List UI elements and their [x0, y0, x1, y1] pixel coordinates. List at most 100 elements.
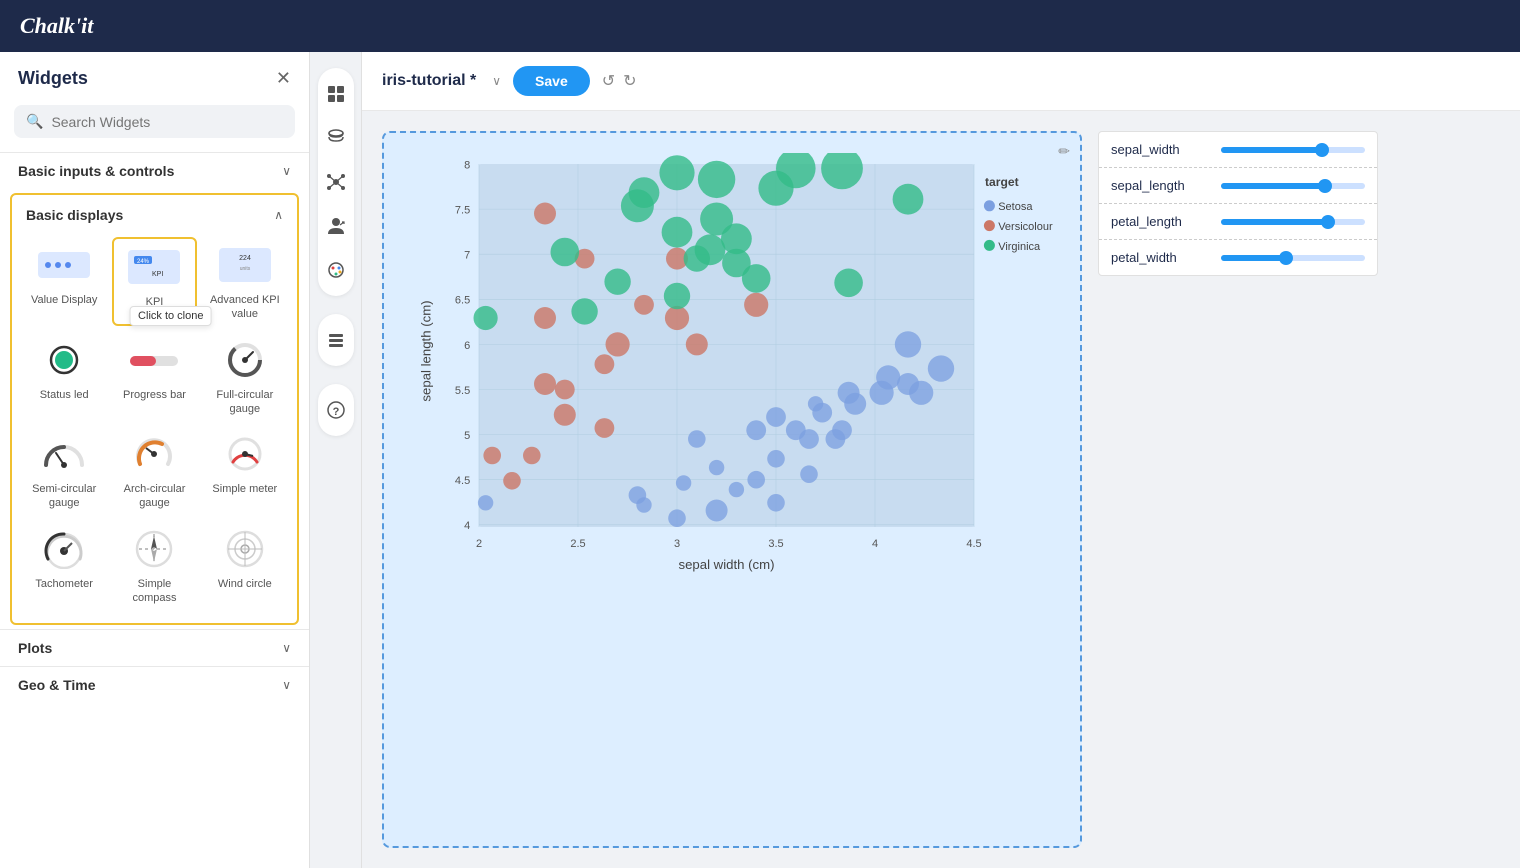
- scatter-dot[interactable]: [706, 500, 728, 522]
- scatter-dot[interactable]: [909, 381, 933, 405]
- scatter-dot[interactable]: [746, 420, 766, 440]
- close-icon[interactable]: ✕: [276, 68, 291, 89]
- svg-text:?: ?: [332, 406, 339, 418]
- scatter-dot[interactable]: [729, 482, 744, 497]
- scatter-dot[interactable]: [659, 155, 694, 190]
- redo-button[interactable]: ↻: [623, 71, 636, 91]
- scatter-dot[interactable]: [799, 429, 819, 449]
- edit-chart-icon[interactable]: ✏: [1058, 143, 1070, 160]
- scatter-dot[interactable]: [895, 331, 921, 357]
- canvas-area: iris-tutorial * ∨ Save ↺ ↻ ✏: [362, 52, 1520, 868]
- widget-item-tachometer[interactable]: Tachometer: [22, 521, 106, 610]
- scatter-dot[interactable]: [665, 306, 689, 330]
- widget-item-progress-bar[interactable]: Progress bar: [112, 332, 196, 421]
- scatter-dot[interactable]: [555, 380, 575, 400]
- scatter-dot[interactable]: [834, 269, 863, 298]
- toolbar-list-icon[interactable]: [318, 322, 354, 358]
- scatter-dot[interactable]: [747, 471, 765, 489]
- widget-item-simple-compass[interactable]: Simple compass: [112, 521, 196, 610]
- scatter-dot[interactable]: [928, 355, 954, 381]
- scatter-dot[interactable]: [767, 494, 785, 512]
- slider-track-petal-width[interactable]: [1221, 255, 1365, 261]
- scatter-dot[interactable]: [676, 475, 691, 490]
- scatter-dot[interactable]: [698, 161, 735, 198]
- slider-track-sepal-width[interactable]: [1221, 147, 1365, 153]
- scatter-dot[interactable]: [604, 269, 630, 295]
- svg-text:4.5: 4.5: [966, 538, 981, 550]
- scatter-dot[interactable]: [832, 420, 852, 440]
- sidebar-item-geo-time[interactable]: Geo & Time ∨: [0, 666, 309, 703]
- scatter-dot[interactable]: [474, 306, 498, 330]
- scatter-dot[interactable]: [503, 472, 521, 490]
- scatter-dot[interactable]: [571, 298, 597, 324]
- scatter-dot[interactable]: [688, 430, 706, 448]
- widget-item-simple-meter[interactable]: Simple meter: [203, 426, 287, 515]
- slider-thumb-petal-width[interactable]: [1279, 251, 1293, 265]
- slider-thumb-sepal-length[interactable]: [1318, 179, 1332, 193]
- slider-track-sepal-length[interactable]: [1221, 183, 1365, 189]
- widget-item-full-circular-gauge[interactable]: Full-circular gauge: [203, 332, 287, 421]
- scatter-dot[interactable]: [767, 450, 785, 468]
- scatter-dot[interactable]: [758, 171, 793, 206]
- wind-circle-icon: [213, 525, 277, 573]
- scatter-dot[interactable]: [664, 283, 690, 309]
- search-input[interactable]: [51, 114, 283, 130]
- slider-thumb-petal-length[interactable]: [1321, 215, 1335, 229]
- scatter-dot[interactable]: [700, 203, 733, 236]
- save-button[interactable]: Save: [513, 66, 590, 96]
- scatter-dot[interactable]: [686, 333, 708, 355]
- scatter-dot[interactable]: [838, 382, 860, 404]
- scatter-dot[interactable]: [662, 217, 693, 248]
- toolbar-database-icon[interactable]: [318, 120, 354, 156]
- widget-item-kpi[interactable]: 24% KPI KPI Click to clone: [112, 237, 196, 326]
- sidebar-item-basic-inputs[interactable]: Basic inputs & controls ∨: [0, 152, 309, 189]
- scatter-dot[interactable]: [523, 447, 541, 465]
- toolbar-nodes-icon[interactable]: [318, 164, 354, 200]
- scatter-dot[interactable]: [636, 497, 651, 512]
- scatter-dot[interactable]: [812, 403, 832, 423]
- scatter-dot[interactable]: [534, 203, 556, 225]
- widget-item-arch-circular-gauge[interactable]: Arch-circular gauge: [112, 426, 196, 515]
- svg-text:5: 5: [464, 430, 470, 442]
- slider-track-petal-length[interactable]: [1221, 219, 1365, 225]
- scatter-dot[interactable]: [595, 418, 615, 438]
- scatter-dot[interactable]: [893, 184, 924, 215]
- scatter-dot[interactable]: [551, 238, 580, 267]
- scatter-dot[interactable]: [534, 373, 556, 395]
- widget-item-semi-circular-gauge[interactable]: Semi-circular gauge: [22, 426, 106, 515]
- widget-item-status-led[interactable]: Status led: [22, 332, 106, 421]
- scatter-dot[interactable]: [483, 447, 501, 465]
- scatter-dot[interactable]: [606, 332, 630, 356]
- sidebar-item-plots[interactable]: Plots ∨: [0, 629, 309, 666]
- scatter-dot[interactable]: [634, 295, 654, 315]
- scatter-dot[interactable]: [534, 307, 556, 329]
- svg-text:sepal width (cm): sepal width (cm): [678, 557, 774, 572]
- slider-thumb-sepal-width[interactable]: [1315, 143, 1329, 157]
- scatter-dot[interactable]: [766, 407, 786, 427]
- scatter-dot[interactable]: [800, 465, 818, 483]
- svg-text:Virginica: Virginica: [998, 241, 1041, 253]
- widget-item-value-display[interactable]: Value Display: [22, 237, 106, 326]
- widget-item-wind-circle[interactable]: Wind circle: [203, 521, 287, 610]
- scatter-dot[interactable]: [709, 460, 724, 475]
- toolbar-person-icon[interactable]: [318, 208, 354, 244]
- search-box[interactable]: 🔍: [14, 105, 295, 138]
- toolbar-palette-icon[interactable]: [318, 252, 354, 288]
- scatter-dot[interactable]: [744, 293, 768, 317]
- scatter-dot[interactable]: [684, 245, 710, 271]
- chevron-down-doc-icon[interactable]: ∨: [492, 74, 501, 88]
- logo: Chalk'it: [20, 13, 93, 39]
- scatter-dot[interactable]: [478, 495, 493, 510]
- sidebar-item-basic-displays[interactable]: Basic displays ∧: [12, 201, 297, 229]
- toolbar-help-icon[interactable]: ?: [318, 392, 354, 428]
- scatter-dot[interactable]: [554, 404, 576, 426]
- scatter-dot[interactable]: [629, 177, 660, 208]
- scatter-dot[interactable]: [742, 264, 771, 293]
- widget-item-advanced-kpi[interactable]: 224 units Advanced KPI value: [203, 237, 287, 326]
- scatter-dot[interactable]: [668, 509, 686, 527]
- chart-container[interactable]: ✏: [382, 131, 1082, 848]
- scatter-dot[interactable]: [870, 381, 894, 405]
- undo-button[interactable]: ↺: [602, 71, 615, 91]
- scatter-dot[interactable]: [595, 354, 615, 374]
- toolbar-grid-icon[interactable]: [318, 76, 354, 112]
